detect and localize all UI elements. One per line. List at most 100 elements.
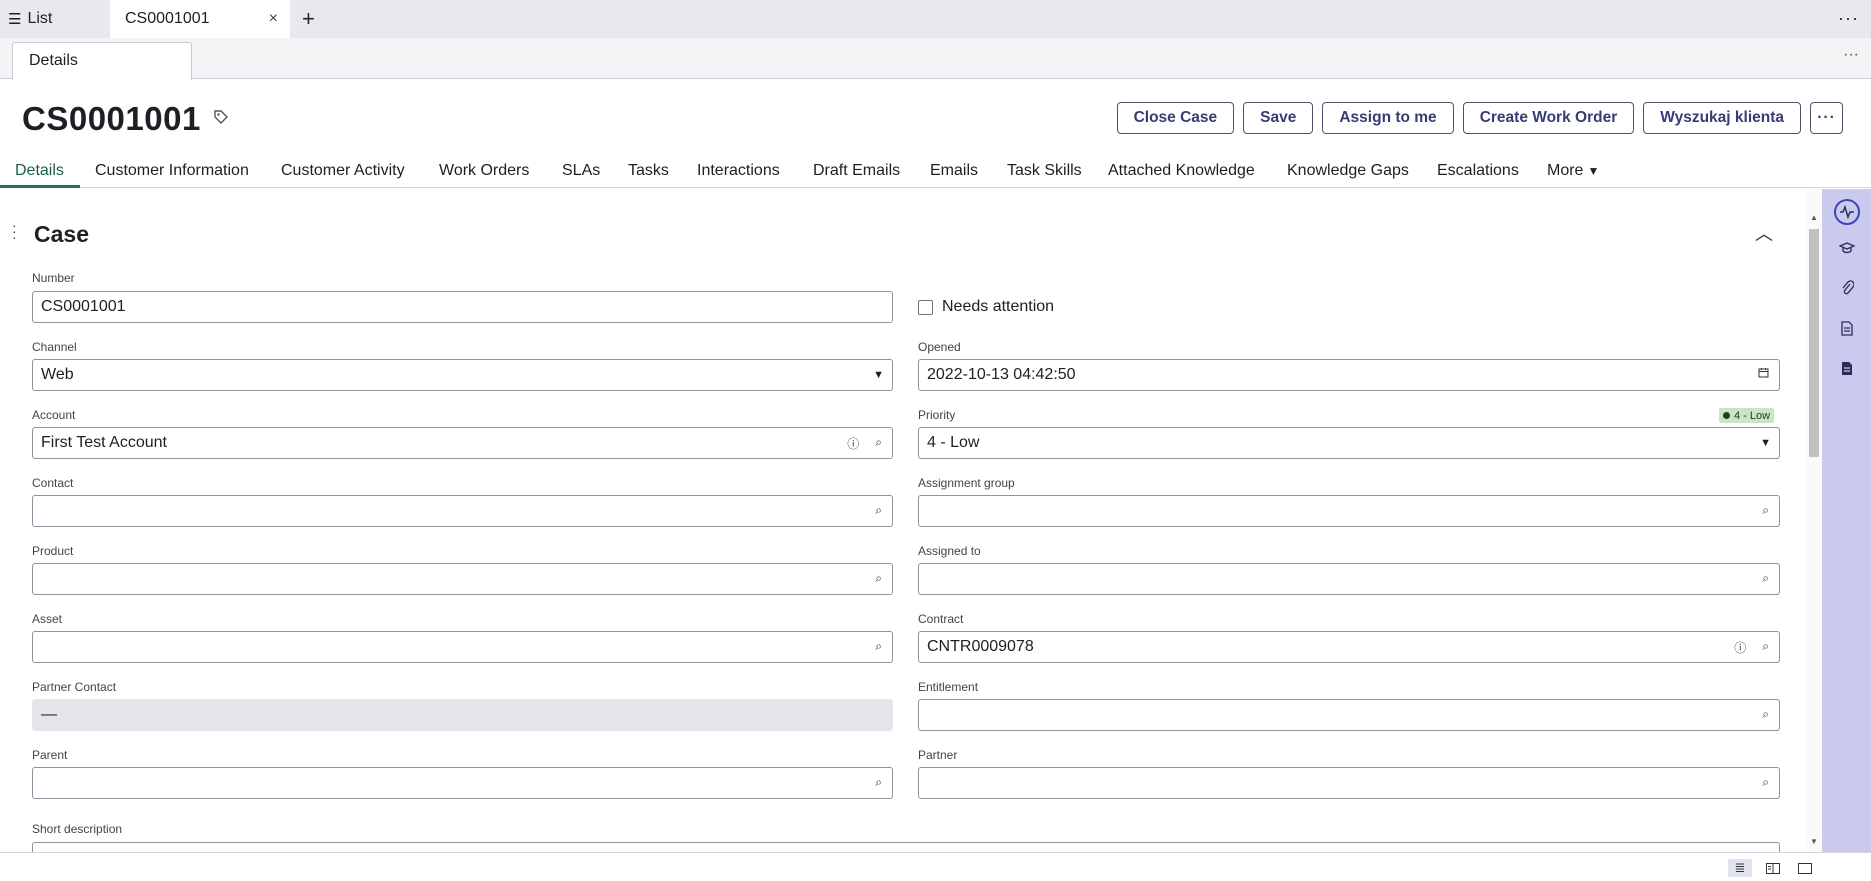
caret-down-icon: ▼	[1587, 164, 1600, 178]
assigned-to-field[interactable]: ⌕	[918, 563, 1780, 595]
search-customer-button[interactable]: Wyszukaj klienta	[1643, 102, 1801, 134]
parent-field[interactable]: ⌕	[32, 767, 893, 799]
entitlement-field[interactable]: ⌕	[918, 699, 1780, 731]
view-single-icon[interactable]: ≣	[1728, 859, 1752, 877]
paperclip-icon[interactable]	[1834, 275, 1860, 301]
partner-field[interactable]: ⌕	[918, 767, 1780, 799]
tab-more[interactable]: More ▼	[1547, 162, 1599, 180]
view-full-icon[interactable]	[1793, 859, 1817, 877]
parent-label: Parent	[32, 748, 68, 762]
document-icon[interactable]	[1834, 315, 1860, 341]
priority-badge-label: 4 - Low	[1734, 409, 1771, 422]
channel-label: Channel	[32, 340, 77, 354]
assignment-group-field[interactable]: ⌕	[918, 495, 1780, 527]
search-icon[interactable]: ⌕	[1762, 503, 1769, 518]
search-icon[interactable]: ⌕	[875, 639, 882, 654]
search-icon[interactable]: ⌕	[875, 571, 882, 586]
opened-field[interactable]: 2022-10-13 04:42:50	[918, 359, 1780, 391]
search-icon[interactable]: ⌕	[875, 503, 882, 518]
calendar-icon[interactable]	[1758, 367, 1769, 381]
tab-draft-emails[interactable]: Draft Emails	[813, 162, 900, 180]
page-title: CS0001001	[22, 100, 201, 137]
active-tab-indicator	[0, 185, 80, 188]
tab-knowledge-gaps[interactable]: Knowledge Gaps	[1287, 162, 1409, 180]
priority-value: 4 - Low	[927, 434, 980, 451]
close-case-button[interactable]: Close Case	[1116, 102, 1235, 134]
info-icon[interactable]: ⓘ	[1734, 639, 1746, 656]
tab-emails[interactable]: Emails	[930, 162, 978, 180]
account-field[interactable]: First Test Account ⓘ ⌕	[32, 427, 893, 459]
assignment-group-label: Assignment group	[918, 476, 1015, 490]
search-icon[interactable]: ⌕	[875, 775, 882, 790]
tab-task-skills[interactable]: Task Skills	[1007, 162, 1082, 180]
drag-handle-icon[interactable]: · · ·	[12, 218, 17, 244]
asset-label: Asset	[32, 612, 63, 626]
partner-contact-value: —	[41, 706, 57, 723]
add-tab-button[interactable]: +	[302, 0, 315, 38]
strip-more-icon[interactable]: ···	[1838, 8, 1859, 29]
scrollbar-thumb[interactable]	[1809, 229, 1819, 457]
view-split-icon[interactable]	[1761, 859, 1785, 877]
document-filled-icon[interactable]	[1834, 355, 1860, 381]
graduation-cap-icon[interactable]	[1834, 235, 1860, 261]
vertical-scrollbar[interactable]: ▲ ▼	[1806, 189, 1822, 852]
contract-label: Contract	[918, 612, 964, 626]
needs-attention-checkbox[interactable]	[918, 300, 933, 315]
search-icon[interactable]: ⌕	[875, 435, 882, 452]
short-description-field[interactable]	[32, 842, 1780, 852]
contact-field[interactable]: ⌕	[32, 495, 893, 527]
priority-label: Priority	[918, 408, 956, 422]
subtab-more-icon[interactable]: ···	[1843, 46, 1859, 64]
close-icon[interactable]: ×	[269, 10, 278, 28]
tab-work-orders[interactable]: Work Orders	[439, 162, 529, 180]
tab-interactions[interactable]: Interactions	[697, 162, 780, 180]
search-icon[interactable]: ⌕	[1762, 571, 1769, 586]
assign-to-me-button[interactable]: Assign to me	[1322, 102, 1454, 134]
activity-icon[interactable]	[1834, 199, 1860, 225]
tab-record-label: CS0001001	[125, 10, 210, 27]
priority-select[interactable]: 4 - Low ▼	[918, 427, 1780, 459]
tab-details[interactable]: Details	[15, 162, 64, 180]
info-icon[interactable]: ⓘ	[847, 435, 859, 452]
tab-attached-knowledge[interactable]: Attached Knowledge	[1108, 162, 1255, 180]
needs-attention-label: Needs attention	[942, 298, 1055, 315]
tab-customer-information[interactable]: Customer Information	[95, 162, 249, 180]
asset-field[interactable]: ⌕	[32, 631, 893, 663]
more-actions-button[interactable]: ···	[1810, 102, 1843, 134]
create-work-order-button[interactable]: Create Work Order	[1462, 102, 1635, 134]
tab-escalations[interactable]: Escalations	[1437, 162, 1519, 180]
subtab-details[interactable]: Details	[12, 42, 192, 80]
opened-value: 2022-10-13 04:42:50	[927, 366, 1076, 383]
channel-select[interactable]: Web ▼	[32, 359, 893, 391]
tab-list-label: List	[27, 10, 53, 27]
channel-value: Web	[41, 366, 74, 383]
chevron-up-icon[interactable]: ︿	[1755, 220, 1773, 246]
product-field[interactable]: ⌕	[32, 563, 893, 595]
record-header: CS0001001	[22, 100, 229, 138]
product-label: Product	[32, 544, 74, 558]
save-button[interactable]: Save	[1243, 102, 1314, 134]
contract-field[interactable]: CNTR0009078 ⓘ ⌕	[918, 631, 1780, 663]
scroll-down-icon[interactable]: ▼	[1810, 837, 1818, 846]
scroll-up-icon[interactable]: ▲	[1810, 213, 1818, 222]
tab-record[interactable]: CS0001001 ×	[110, 0, 290, 38]
chevron-down-icon: ▼	[1760, 437, 1771, 449]
tag-icon[interactable]	[213, 109, 229, 130]
tab-tasks[interactable]: Tasks	[628, 162, 669, 180]
search-icon[interactable]: ⌕	[1762, 707, 1769, 722]
assigned-to-label: Assigned to	[918, 544, 981, 558]
number-field[interactable]: CS0001001	[32, 291, 893, 323]
tab-slas[interactable]: SLAs	[562, 162, 600, 180]
number-value: CS0001001	[41, 298, 126, 315]
short-description-label: Short description	[32, 822, 123, 836]
search-icon[interactable]: ⌕	[1762, 639, 1769, 656]
list-icon: ☰	[8, 11, 22, 28]
partner-contact-field: —	[32, 699, 893, 731]
status-dot-icon	[1723, 412, 1730, 419]
tab-list[interactable]: ☰ List	[8, 0, 52, 38]
action-bar: Close Case Save Assign to me Create Work…	[1116, 102, 1843, 134]
contact-label: Contact	[32, 476, 74, 490]
search-icon[interactable]: ⌕	[1762, 775, 1769, 790]
number-label: Number	[32, 271, 75, 285]
tab-customer-activity[interactable]: Customer Activity	[281, 162, 405, 180]
